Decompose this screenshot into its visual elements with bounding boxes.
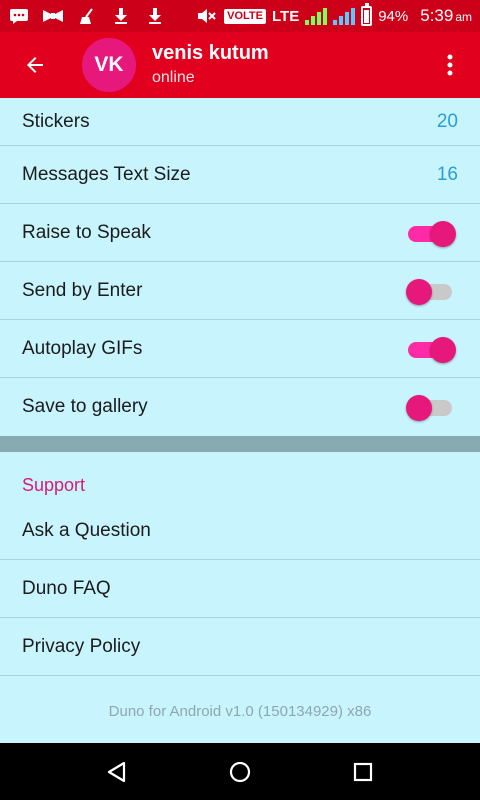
clock-time: 5:39 — [420, 6, 454, 25]
download-icon — [110, 7, 132, 25]
nav-recents-button[interactable] — [343, 752, 383, 792]
support-item-privacy-policy[interactable]: Privacy Policy — [0, 618, 480, 676]
signal-icon — [305, 7, 328, 25]
setting-value: 20 — [436, 110, 458, 132]
send-by-enter-toggle[interactable] — [406, 278, 456, 305]
bowtie-icon — [42, 7, 64, 25]
nav-back-button[interactable] — [97, 752, 137, 792]
square-recents-icon — [354, 762, 373, 781]
clock: 5:39 am — [420, 6, 472, 26]
chat-status: online — [152, 69, 195, 86]
chat-header[interactable]: venis kutum online — [152, 41, 269, 89]
setting-text-size[interactable]: Messages Text Size 16 — [0, 146, 480, 204]
support-item-label: Ask a Question — [22, 519, 151, 541]
setting-label: Messages Text Size — [22, 163, 191, 185]
clock-ampm: am — [455, 10, 472, 24]
more-options-button[interactable] — [420, 32, 480, 98]
navigation-bar — [0, 743, 480, 800]
setting-save-to-gallery[interactable]: Save to gallery — [0, 378, 480, 436]
settings-list: Stickers 20 Messages Text Size 16 Raise … — [0, 98, 480, 746]
app-bar: VK venis kutum online — [0, 32, 480, 98]
setting-send-by-enter[interactable]: Send by Enter — [0, 262, 480, 320]
version-text: Duno for Android v1.0 (150134929) x86 — [108, 702, 372, 720]
status-bar: VOLTE LTE 94% 5:39 am — [0, 0, 480, 32]
setting-raise-to-speak[interactable]: Raise to Speak — [0, 204, 480, 262]
support-item-label: Privacy Policy — [22, 635, 141, 657]
chat-title: venis kutum — [152, 42, 269, 64]
autoplay-gifs-toggle[interactable] — [406, 336, 456, 363]
setting-label: Stickers — [22, 110, 90, 132]
cleaner-icon — [76, 7, 98, 25]
triangle-back-icon — [107, 761, 125, 782]
download-icon-2 — [144, 7, 166, 25]
message-icon — [8, 7, 30, 25]
raise-to-speak-toggle[interactable] — [406, 220, 456, 247]
support-item-ask-question[interactable]: Ask a Question — [0, 502, 480, 560]
nav-home-button[interactable] — [220, 752, 260, 792]
setting-label: Autoplay GIFs — [22, 337, 143, 359]
support-section-header: Support — [22, 475, 86, 495]
setting-value: 16 — [436, 163, 458, 185]
support-item-faq[interactable]: Duno FAQ — [0, 560, 480, 618]
support-item-label: Duno FAQ — [22, 577, 111, 599]
avatar[interactable]: VK — [82, 38, 136, 92]
arrow-left-icon — [27, 57, 43, 73]
status-notifications — [8, 7, 166, 25]
setting-autoplay-gifs[interactable]: Autoplay GIFs — [0, 320, 480, 378]
more-vert-icon — [447, 54, 453, 76]
setting-label: Save to gallery — [22, 396, 148, 417]
battery-percent: 94% — [378, 7, 409, 25]
save-to-gallery-toggle[interactable] — [406, 394, 456, 421]
back-button[interactable] — [0, 32, 70, 98]
setting-label: Raise to Speak — [22, 221, 151, 243]
volte-badge: VOLTE — [224, 8, 266, 24]
signal-icon-2 — [333, 7, 356, 25]
status-system: VOLTE LTE 94% 5:39 am — [196, 3, 472, 26]
setting-label: Send by Enter — [22, 279, 143, 301]
mute-icon — [196, 7, 218, 25]
lte-label: LTE — [271, 7, 300, 25]
circle-home-icon — [229, 761, 251, 782]
section-divider — [0, 436, 480, 452]
setting-stickers[interactable]: Stickers 20 — [0, 98, 480, 146]
battery-icon — [361, 3, 373, 26]
